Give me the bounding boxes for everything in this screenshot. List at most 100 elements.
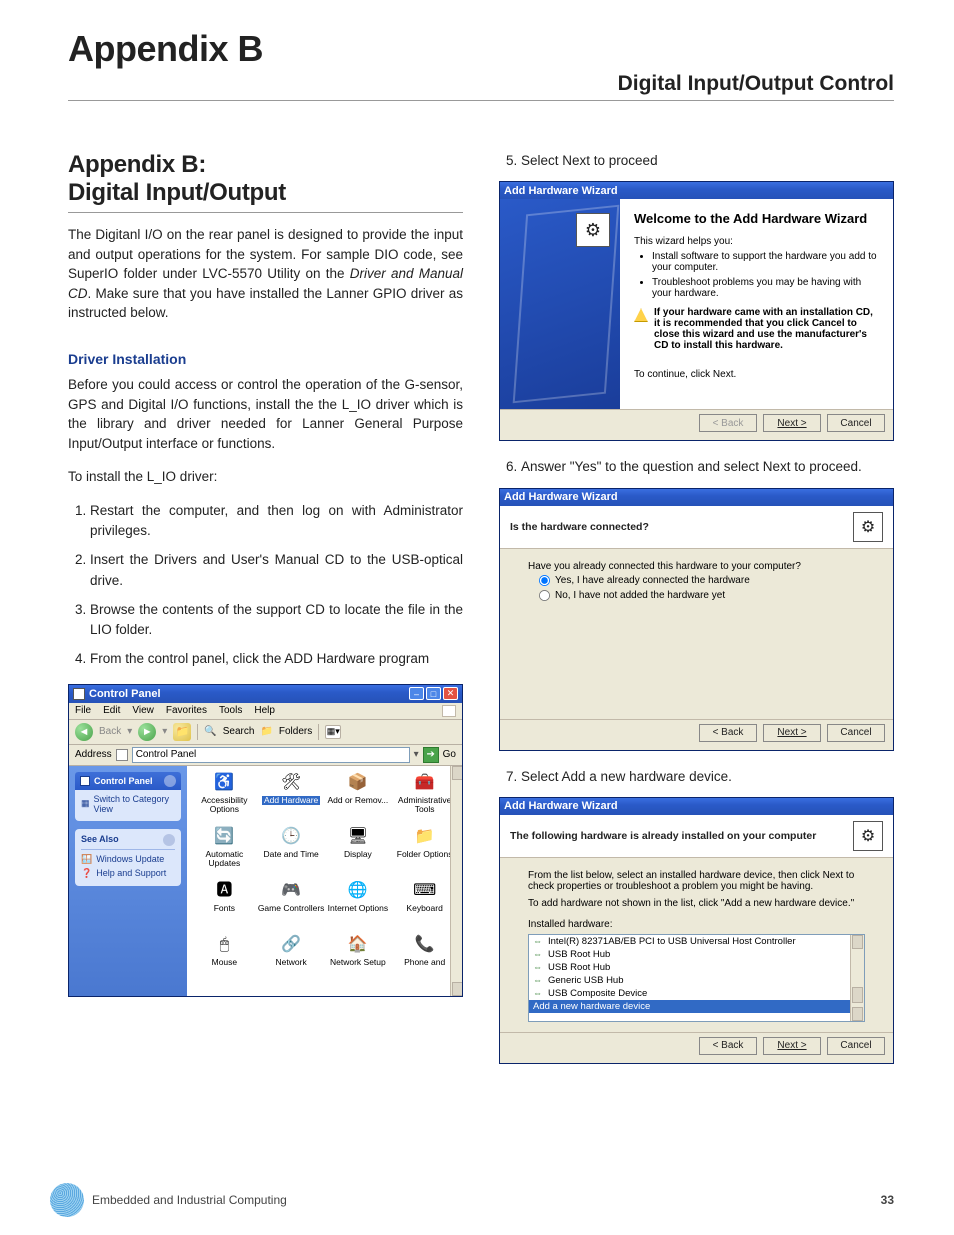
cp-item-label: Network Setup <box>330 958 386 967</box>
wiz2-title: Add Hardware Wizard <box>504 491 889 503</box>
hardware-list-row[interactable]: USB Root Hub <box>529 961 864 974</box>
wiz1-cancel-button[interactable]: Cancel <box>827 414 885 432</box>
cp-item[interactable]: 🖱Mouse <box>191 934 258 984</box>
go-label[interactable]: Go <box>443 749 456 760</box>
menu-favorites[interactable]: Favorites <box>166 705 207 717</box>
hardware-chip-icon: ⚙ <box>853 512 883 542</box>
go-button[interactable]: ➔ <box>423 747 439 763</box>
warning-icon <box>634 308 648 322</box>
cp-item[interactable]: 🛠Add Hardware <box>258 772 325 822</box>
cp-titlebar[interactable]: Control Panel – □ ✕ <box>69 685 462 703</box>
switch-view-link[interactable]: ▦ Switch to Category View <box>81 794 175 814</box>
address-input[interactable] <box>132 747 410 763</box>
windows-flag-icon <box>442 705 456 717</box>
menu-help[interactable]: Help <box>254 705 275 717</box>
hardware-list-row[interactable]: USB Root Hub <box>529 948 864 961</box>
list-scrollbar[interactable] <box>850 935 864 1021</box>
cp-addressbar: Address ▾ ➔ Go <box>69 745 462 766</box>
cp-item[interactable]: 🧰 Administrative Tools <box>391 772 458 822</box>
installed-hardware-list[interactable]: Intel(R) 82371AB/EB PCI to USB Universal… <box>528 934 865 1022</box>
forward-icon[interactable]: ► <box>138 723 156 741</box>
cp-item-label: Add or Remov... <box>327 796 388 805</box>
radio-yes-input[interactable] <box>539 574 550 585</box>
menu-tools[interactable]: Tools <box>219 705 242 717</box>
usb-icon <box>533 949 544 960</box>
wiz2-next-button[interactable]: Next > <box>763 724 821 742</box>
hardware-list-row[interactable]: Add a new hardware device <box>529 1000 864 1013</box>
header-right: Digital Input/Output Control <box>68 72 894 96</box>
footer-logo-icon <box>50 1183 84 1217</box>
help-support-link[interactable]: ❓ Help and Support <box>81 868 175 879</box>
back-label[interactable]: Back <box>99 726 121 737</box>
wizard-installed-list: Add Hardware Wizard The following hardwa… <box>499 797 894 1064</box>
wiz3-next-button[interactable]: Next > <box>763 1037 821 1055</box>
cp-item[interactable]: 🔄Automatic Updates <box>191 826 258 876</box>
wiz3-heading: The following hardware is already instal… <box>510 830 853 842</box>
wiz3-title: Add Hardware Wizard <box>504 800 889 812</box>
maximize-button[interactable]: □ <box>426 687 441 700</box>
back-icon[interactable]: ◄ <box>75 723 93 741</box>
cp-item-label: Phone and <box>404 958 445 967</box>
wiz3-back-button[interactable]: < Back <box>699 1037 757 1055</box>
hardware-list-row[interactable]: USB Composite Device <box>529 987 864 1000</box>
cp-item[interactable]: 🕒Date and Time <box>258 826 325 876</box>
windows-update-link[interactable]: 🪟 Windows Update <box>81 854 175 865</box>
cp-item[interactable]: ♿Accessibility Options <box>191 772 258 822</box>
wiz2-cancel-button[interactable]: Cancel <box>827 724 885 742</box>
cp-item[interactable]: 🖥Display <box>325 826 392 876</box>
search-label[interactable]: Search <box>223 726 255 737</box>
wiz1-heading: Welcome to the Add Hardware Wizard <box>634 211 879 226</box>
radio-no-input[interactable] <box>539 589 550 600</box>
cp-app-icon <box>73 688 85 700</box>
cp-item-icon: 🖱 <box>213 934 235 956</box>
wiz2-back-button[interactable]: < Back <box>699 724 757 742</box>
cp-item-icon: 🌐 <box>347 880 369 902</box>
cp-item-label: Administrative Tools <box>391 796 458 815</box>
wiz1-sidebar: ⚙ <box>500 199 620 409</box>
folders-label[interactable]: Folders <box>279 726 312 737</box>
right-column: Select Next to proceed Add Hardware Wiza… <box>499 151 894 1064</box>
wiz1-next-button[interactable]: Next > <box>763 414 821 432</box>
wiz1-title: Add Hardware Wizard <box>504 185 889 197</box>
menu-file[interactable]: File <box>75 705 91 717</box>
up-icon[interactable]: 📁 <box>173 723 191 741</box>
views-button[interactable]: ▦▾ <box>325 725 341 739</box>
wizard-connected: Add Hardware Wizard Is the hardware conn… <box>499 488 894 751</box>
menu-view[interactable]: View <box>132 705 154 717</box>
cp-item-icon: 🧰 <box>414 772 436 794</box>
cp-menubar[interactable]: File Edit View Favorites Tools Help <box>69 703 462 720</box>
wiz1-bullet-2: Troubleshoot problems you may be having … <box>652 277 879 299</box>
cp-item[interactable]: 📦Add or Remov... <box>325 772 392 822</box>
hardware-list-row[interactable]: Generic USB Hub <box>529 974 864 987</box>
driver-install-p2: To install the L_IO driver: <box>68 467 463 487</box>
cp-item[interactable]: 🏠Network Setup <box>325 934 392 984</box>
sidebar-header[interactable]: Control Panel <box>75 772 181 790</box>
cp-item[interactable]: 🅰 Fonts <box>191 880 258 930</box>
header-rule <box>68 100 894 101</box>
driver-install-p1: Before you could access or control the o… <box>68 375 463 453</box>
wiz2-radio-yes[interactable]: Yes, I have already connected the hardwa… <box>538 574 865 587</box>
cp-item[interactable]: ⌨Keyboard <box>391 880 458 930</box>
cp-item[interactable]: 🌐Internet Options <box>325 880 392 930</box>
wiz3-cancel-button[interactable]: Cancel <box>827 1037 885 1055</box>
cp-item-icon: ♿ <box>213 772 235 794</box>
close-button[interactable]: ✕ <box>443 687 458 700</box>
cp-scrollbar[interactable] <box>450 766 462 996</box>
wiz1-warning: If your hardware came with an installati… <box>634 307 879 351</box>
cp-item-label: Fonts <box>214 904 235 913</box>
minimize-button[interactable]: – <box>409 687 424 700</box>
search-icon[interactable]: 🔍 <box>204 726 216 737</box>
cp-item[interactable]: 📞Phone and <box>391 934 458 984</box>
cp-item[interactable]: 🎮Game Controllers <box>258 880 325 930</box>
hardware-list-row[interactable]: Intel(R) 82371AB/EB PCI to USB Universal… <box>529 935 864 948</box>
wiz2-question: Have you already connected this hardware… <box>528 561 865 572</box>
cp-item[interactable]: 📁Folder Options <box>391 826 458 876</box>
usb-icon <box>533 936 544 947</box>
menu-edit[interactable]: Edit <box>103 705 120 717</box>
step-3: Browse the contents of the support CD to… <box>90 600 463 641</box>
cp-item[interactable]: 🔗Network <box>258 934 325 984</box>
wiz2-radio-no[interactable]: No, I have not added the hardware yet <box>538 589 865 602</box>
cp-item-icon: 🅰 <box>213 880 235 902</box>
page-number: 33 <box>881 1193 894 1207</box>
folders-icon[interactable]: 📁 <box>260 726 272 737</box>
